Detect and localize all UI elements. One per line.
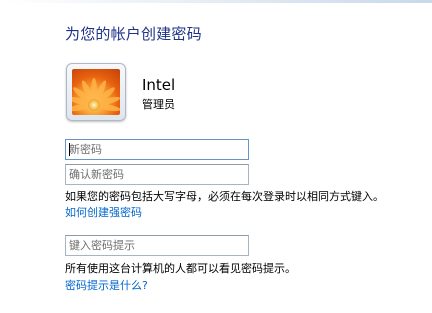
user-role: 管理员: [142, 98, 175, 111]
text-cursor: [69, 143, 70, 156]
case-sensitive-note: 如果您的密码包括大写字母，必须在每次登录时以相同方式键入。: [65, 190, 384, 203]
user-name: Intel: [142, 76, 176, 94]
page-title: 为您的帐户创建密码: [65, 25, 202, 43]
hint-visibility-note: 所有使用这台计算机的人都可以看见密码提示。: [65, 262, 296, 275]
what-is-hint-link[interactable]: 密码提示是什么?: [65, 277, 148, 293]
user-avatar: [66, 63, 126, 121]
new-password-input[interactable]: [65, 139, 249, 160]
password-hint-input[interactable]: [65, 235, 249, 256]
strong-password-link[interactable]: 如何创建强密码: [65, 204, 142, 220]
flower-picture-icon: [72, 69, 120, 115]
top-border: [0, 0, 432, 3]
confirm-password-input[interactable]: [65, 164, 249, 185]
